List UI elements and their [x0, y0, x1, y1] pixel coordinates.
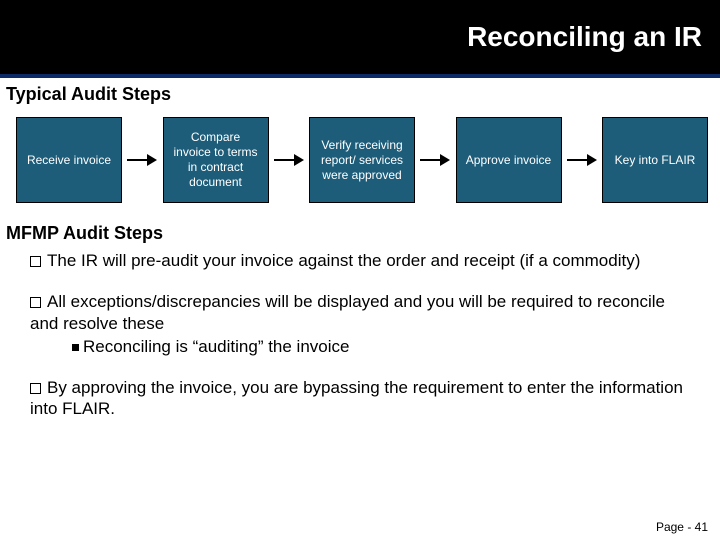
bullet-3: By approving the invoice, you are bypass…: [30, 377, 698, 420]
arrow-icon: [274, 152, 304, 168]
arrow-icon: [420, 152, 450, 168]
flow-step-4: Approve invoice: [456, 117, 562, 203]
checkbox-icon: [30, 256, 41, 267]
bullet-1: The IR will pre-audit your invoice again…: [30, 250, 698, 271]
title-bar: Reconciling an IR: [0, 0, 720, 78]
bullet-2: All exceptions/discrepancies will be dis…: [30, 291, 698, 357]
flow-diagram: Receive invoice Compare invoice to terms…: [0, 107, 720, 217]
arrow-icon: [567, 152, 597, 168]
flow-step-1: Receive invoice: [16, 117, 122, 203]
checkbox-icon: [30, 383, 41, 394]
slide-title: Reconciling an IR: [467, 21, 702, 53]
bullet-1-text: The IR will pre-audit your invoice again…: [47, 251, 640, 270]
flow-step-3: Verify receiving report/ services were a…: [309, 117, 415, 203]
bullet-3-text: By approving the invoice, you are bypass…: [30, 378, 683, 418]
arrow-icon: [127, 152, 157, 168]
checkbox-icon: [30, 297, 41, 308]
slide: Reconciling an IR Typical Audit Steps Re…: [0, 0, 720, 540]
square-bullet-icon: [72, 344, 79, 351]
bullet-2-sub: Reconciling is “auditing” the invoice: [30, 336, 698, 357]
flow-step-5: Key into FLAIR: [602, 117, 708, 203]
bullet-list: The IR will pre-audit your invoice again…: [0, 246, 720, 420]
bullet-2-text: All exceptions/discrepancies will be dis…: [30, 292, 665, 332]
bullet-2-sub-text: Reconciling is “auditing” the invoice: [83, 337, 349, 356]
page-number: Page - 41: [656, 520, 708, 534]
heading-typical-audit-steps: Typical Audit Steps: [0, 78, 720, 107]
heading-mfmp-audit-steps: MFMP Audit Steps: [0, 217, 720, 246]
flow-step-2: Compare invoice to terms in contract doc…: [163, 117, 269, 203]
